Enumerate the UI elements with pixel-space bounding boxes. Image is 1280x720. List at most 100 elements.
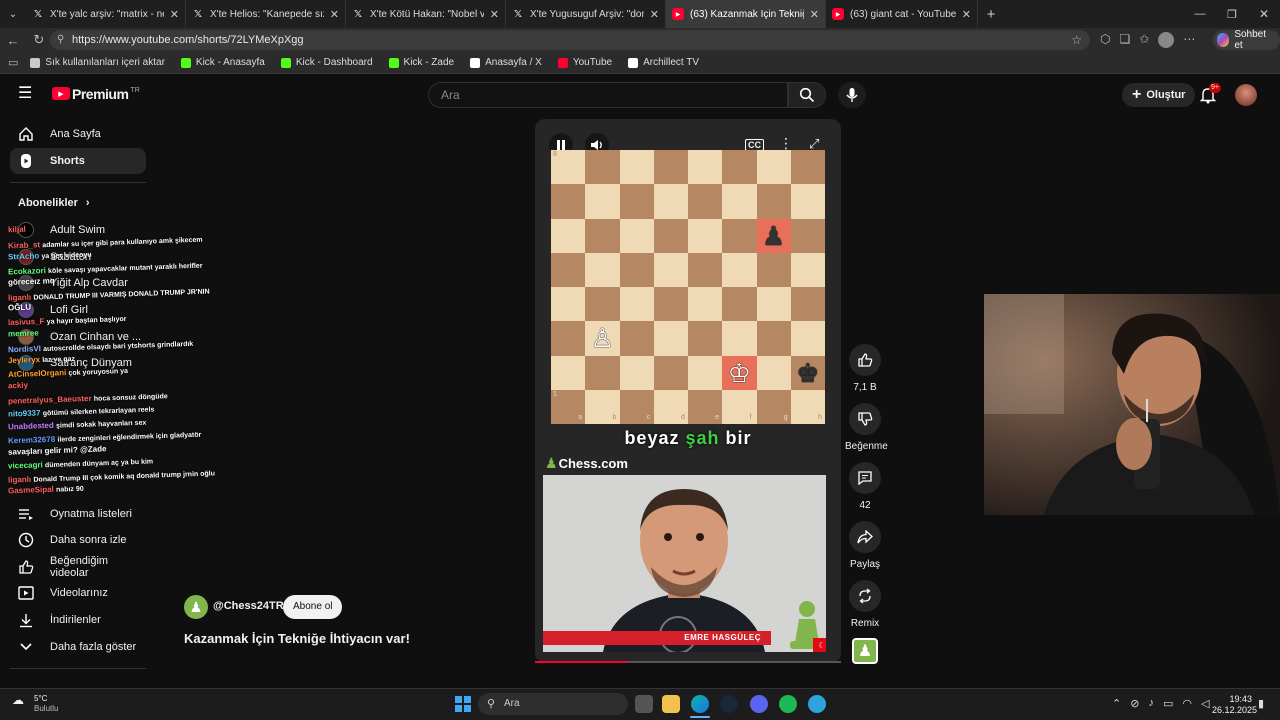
windows-start-icon[interactable]: [455, 696, 471, 712]
video-progress-track[interactable]: [535, 661, 841, 663]
sound-source-thumbnail[interactable]: ♟: [852, 638, 878, 664]
dislike-button[interactable]: [849, 403, 881, 435]
account-avatar[interactable]: [1235, 84, 1257, 106]
sidebar-item-downloads[interactable]: İndirilenler: [10, 607, 146, 633]
board-square: [619, 150, 654, 185]
plus-icon: +: [1132, 86, 1142, 103]
comment-action[interactable]: 42: [849, 462, 881, 511]
tab-close-icon[interactable]: ✕: [170, 8, 179, 21]
remix-action[interactable]: Remix: [845, 580, 885, 629]
window-close-icon[interactable]: ✕: [1248, 7, 1280, 21]
tab-list-chevron-icon[interactable]: ⌄: [0, 9, 26, 20]
chat-message: GasmeSipal nabız 90: [8, 484, 84, 496]
tab-close-icon[interactable]: ✕: [962, 8, 971, 21]
bookmark-item[interactable]: Anasayfa / X: [470, 57, 542, 68]
like-button[interactable]: [849, 344, 881, 376]
maximize-icon[interactable]: ❐: [1216, 8, 1248, 21]
task-view-icon[interactable]: [635, 695, 653, 713]
sidebar-item-playlists[interactable]: Oynatma listeleri: [10, 501, 146, 527]
hamburger-menu-icon[interactable]: ☰: [18, 86, 32, 102]
network-icon[interactable]: ▭: [1163, 697, 1173, 710]
weather-icon[interactable]: ☁: [12, 693, 24, 707]
browser-tab[interactable]: 𝕏 X'te Kötü Hakan: "Nobel verilmeli ✕: [346, 0, 506, 28]
search-button[interactable]: [788, 82, 826, 108]
url-field[interactable]: ⚲ https://www.youtube.com/shorts/72LYMeX…: [50, 30, 1090, 50]
bookmark-item[interactable]: Archillect TV: [628, 57, 699, 68]
tray-app-icon[interactable]: ⊘: [1130, 697, 1139, 710]
bookmark-item[interactable]: Kick - Dashboard: [280, 57, 373, 68]
sidebar-toggle-icon[interactable]: ▭: [8, 56, 18, 69]
tray-chevron-icon[interactable]: ⌃: [1112, 697, 1121, 710]
browser-tab[interactable]: ▶ (63) Kazanmak İçin Tekniğe İh ✕: [666, 0, 826, 28]
search-input[interactable]: Ara: [428, 82, 788, 108]
mic-tray-icon[interactable]: ♪: [1148, 697, 1154, 710]
home-icon: [18, 126, 34, 142]
subscriptions-header[interactable]: Abonelikler ›: [18, 197, 90, 209]
share-action[interactable]: Paylaş: [845, 521, 885, 570]
profile-avatar-icon[interactable]: [1158, 32, 1175, 48]
subscribe-button[interactable]: Abone ol: [283, 595, 343, 619]
sidebar-item-show-more[interactable]: Daha fazla göster: [10, 634, 146, 660]
weather-desc: Bulutlu: [34, 704, 59, 713]
chat-message: OĞLU: [8, 303, 31, 313]
tab-close-icon[interactable]: ✕: [490, 8, 499, 21]
notifications-button[interactable]: 9+: [1199, 83, 1221, 104]
youtube-premium-logo[interactable]: ▶ Premium TR: [52, 87, 140, 101]
bookmark-item[interactable]: Kick - Zade: [388, 57, 454, 68]
minimize-icon[interactable]: —: [1184, 8, 1216, 20]
chess-piece: ♔: [727, 357, 751, 388]
back-icon[interactable]: ←: [0, 33, 26, 48]
more-options-icon[interactable]: ⋯: [1183, 32, 1195, 48]
discord-icon[interactable]: [750, 695, 768, 713]
favorites-icon[interactable]: ✩: [1139, 32, 1149, 48]
new-tab-button[interactable]: +: [978, 6, 1004, 23]
bookmark-item[interactable]: YouTube: [557, 57, 612, 68]
comment-button[interactable]: [849, 462, 881, 494]
channel-name[interactable]: @Chess24TR: [213, 600, 284, 612]
collections-icon[interactable]: ❏: [1119, 32, 1130, 48]
tab-close-icon[interactable]: ✕: [650, 8, 659, 21]
tab-close-icon[interactable]: ✕: [330, 8, 339, 21]
sidebar-item-liked[interactable]: Beğendiğim videolar: [10, 554, 146, 580]
more-options-icon[interactable]: ⋮: [779, 136, 793, 150]
favorite-star-icon[interactable]: ☆: [1071, 30, 1082, 50]
wifi-icon[interactable]: ◠: [1182, 697, 1192, 710]
rank-label: 8: [553, 151, 557, 158]
sidebar-item-shorts[interactable]: Shorts: [10, 148, 146, 174]
steam-icon[interactable]: [720, 695, 738, 713]
extension-icon[interactable]: ⬡: [1100, 32, 1110, 48]
taskbar-search[interactable]: ⚲ Ara: [478, 693, 628, 715]
voice-search-button[interactable]: [838, 82, 866, 108]
like-action[interactable]: 7,1 B: [849, 344, 881, 393]
bookmark-item[interactable]: Kick - Anasayfa: [180, 57, 265, 68]
chevron-right-icon: ›: [85, 197, 90, 209]
spotify-icon[interactable]: [779, 695, 797, 713]
create-button[interactable]: + Oluştur: [1122, 83, 1196, 107]
sidebar-item-home[interactable]: Ana Sayfa: [10, 121, 146, 147]
sidebar-item-your-videos[interactable]: Videolarınız: [10, 580, 146, 606]
remix-button[interactable]: [849, 580, 881, 612]
site-info-icon[interactable]: ⚲: [57, 30, 64, 50]
dislike-action[interactable]: Beğenme: [845, 403, 888, 452]
app-icon[interactable]: [808, 695, 826, 713]
edge-browser-icon[interactable]: [691, 695, 709, 713]
browser-tab[interactable]: 𝕏 X'te Helios: "Kanepede sızıp kalınca ✕: [186, 0, 346, 28]
download-icon: [18, 612, 34, 628]
fullscreen-icon[interactable]: ⤢: [809, 137, 819, 150]
copilot-chat-button[interactable]: Sohbet et: [1213, 29, 1280, 51]
share-button[interactable]: [849, 521, 881, 553]
clock[interactable]: 19:43 26.12.2025: [1212, 694, 1257, 716]
sidebar-item-watch-later[interactable]: Daha sonra izle: [10, 527, 146, 553]
file-explorer-icon[interactable]: [662, 695, 680, 713]
short-title[interactable]: Kazanmak İçin Tekniğe İhtiyacın var!: [184, 631, 410, 646]
reload-icon[interactable]: ↻: [26, 32, 52, 48]
speaker-icon[interactable]: ◁: [1201, 697, 1209, 710]
channel-avatar[interactable]: ♟: [184, 595, 208, 619]
browser-tab[interactable]: 𝕏 X'te Yugusuguf Arşiv: "donald trum ✕: [506, 0, 666, 28]
weather-widget[interactable]: 5°C Bulutlu: [34, 694, 58, 714]
notification-center-icon[interactable]: ▮: [1258, 697, 1264, 710]
browser-tab[interactable]: ▶ (63) giant cat - YouTube ✕: [826, 0, 978, 28]
browser-tab[interactable]: 𝕏 X'te yalc arşiv: "matrix - neden bay ✕: [26, 0, 186, 28]
tab-close-icon[interactable]: ✕: [810, 8, 819, 21]
bookmark-item[interactable]: Sık kullanılanları içeri aktar: [30, 57, 165, 68]
